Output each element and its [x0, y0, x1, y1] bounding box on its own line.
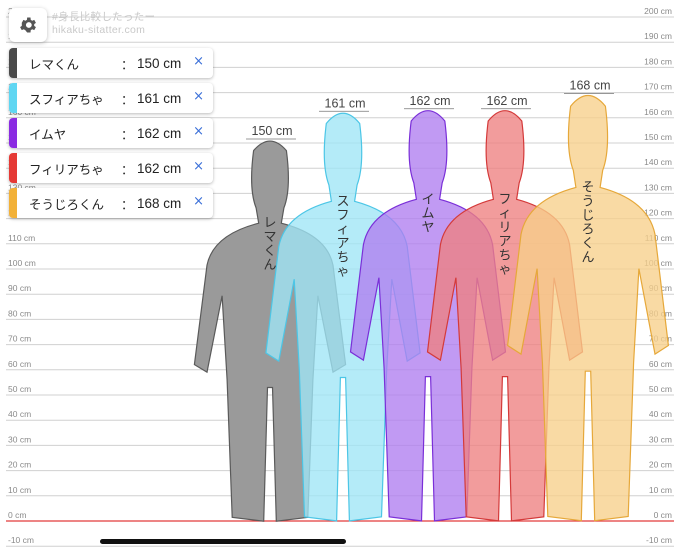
y-tick-left: 30 cm	[8, 434, 31, 444]
y-tick-left: 10 cm	[8, 485, 31, 495]
remove-character-icon[interactable]: ×	[193, 55, 204, 69]
watermark-hashtag: #身長比較したったー	[52, 11, 156, 23]
height-comparison-screen: -10 cm -10 cm 0 cm 0 cm 10 cm 10 cm 20 cm 20 cm…	[0, 0, 680, 550]
y-tick-right: 180 cm	[644, 56, 672, 66]
y-tick-right: -10 cm	[646, 535, 672, 545]
legend-character-height: 162 cm	[137, 125, 182, 141]
legend-character-height: 168 cm	[137, 195, 182, 211]
legend-item[interactable]: フィリアちゃ ： 162 cm ×	[9, 153, 213, 183]
y-tick-right: 200 cm	[644, 6, 672, 16]
y-tick-right: 170 cm	[644, 82, 672, 92]
legend-color-swatch	[9, 153, 17, 183]
figure-name-label: スフィアちゃ	[336, 194, 349, 279]
figure-name-label: イムヤ	[421, 192, 434, 235]
legend-item[interactable]: そうじろくん ： 168 cm ×	[9, 188, 213, 218]
y-tick-right: 20 cm	[649, 460, 672, 470]
y-tick-left: 60 cm	[8, 359, 31, 369]
y-tick-left: 0 cm	[8, 510, 26, 520]
y-tick-right: 50 cm	[649, 384, 672, 394]
legend-item[interactable]: イムヤ ： 162 cm ×	[9, 118, 213, 148]
remove-character-icon[interactable]: ×	[193, 160, 204, 174]
legend-character-name: フィリアちゃ	[29, 161, 104, 177]
y-tick-right: 0 cm	[654, 510, 672, 520]
y-tick-left: 80 cm	[8, 308, 31, 318]
legend-character-name: スフィアちゃ	[29, 91, 104, 107]
remove-character-icon[interactable]: ×	[193, 125, 204, 139]
y-tick-right: 10 cm	[649, 485, 672, 495]
figure-height-label: 168 cm	[570, 79, 611, 93]
figure-layer	[193, 94, 670, 522]
y-tick-left: -10 cm	[8, 535, 34, 545]
figure-name-label: レマくん	[263, 216, 276, 273]
figure-height-label: 150 cm	[252, 124, 293, 138]
figure-height-label: 162 cm	[487, 94, 528, 108]
legend-separator: ：	[121, 56, 134, 72]
figure-height-label: 162 cm	[410, 94, 451, 108]
y-tick-right: 160 cm	[644, 107, 672, 117]
y-tick-right: 120 cm	[644, 208, 672, 218]
legend-separator: ：	[121, 161, 134, 177]
home-indicator[interactable]	[100, 539, 346, 544]
watermark: #身長比較したったー hikaku-sitatter.com	[52, 11, 155, 37]
y-tick-left: 20 cm	[8, 460, 31, 470]
legend-character-height: 161 cm	[137, 90, 182, 106]
y-tick-right: 30 cm	[649, 434, 672, 444]
y-tick-left: 40 cm	[8, 409, 31, 419]
legend-item[interactable]: レマくん ： 150 cm ×	[9, 48, 213, 78]
y-tick-right: 130 cm	[644, 182, 672, 192]
legend-character-name: そうじろくん	[29, 196, 105, 212]
legend-item[interactable]: スフィアちゃ ： 161 cm ×	[9, 83, 213, 113]
y-tick-left: 50 cm	[8, 384, 31, 394]
y-tick-right: 40 cm	[649, 409, 672, 419]
figure-name-label: そうじろくん	[581, 181, 594, 266]
y-tick-left: 100 cm	[8, 258, 36, 268]
y-tick-left: 90 cm	[8, 283, 31, 293]
legend-character-height: 162 cm	[137, 160, 182, 176]
legend-character-height: 150 cm	[137, 55, 182, 71]
y-tick-left: 110 cm	[8, 233, 35, 243]
legend-color-swatch	[9, 83, 17, 113]
legend-character-name: イムヤ	[29, 126, 67, 142]
y-tick-right: 60 cm	[649, 359, 672, 369]
remove-character-icon[interactable]: ×	[193, 90, 204, 104]
legend-character-name: レマくん	[29, 56, 80, 72]
legend-separator: ：	[121, 196, 134, 212]
figure-height-label: 161 cm	[325, 96, 366, 110]
legend-color-swatch	[9, 118, 17, 148]
legend-separator: ：	[121, 91, 134, 107]
gear-icon	[20, 17, 36, 33]
settings-button[interactable]	[9, 8, 47, 42]
legend-separator: ：	[121, 126, 134, 142]
figure-name-label: フィリアちゃ	[498, 192, 511, 277]
y-tick-right: 150 cm	[644, 132, 672, 142]
y-tick-left: 70 cm	[8, 334, 31, 344]
y-tick-right: 140 cm	[644, 157, 672, 167]
legend-color-swatch	[9, 188, 17, 218]
legend-color-swatch	[9, 48, 17, 78]
remove-character-icon[interactable]: ×	[193, 195, 204, 209]
y-tick-right: 190 cm	[644, 31, 672, 41]
character-legend: レマくん： 150 cm × スフィアちゃ： 161 cm × イムヤ： 162 cm × フィリ…	[9, 48, 213, 223]
watermark-url: hikaku-sitatter.com	[52, 24, 146, 36]
